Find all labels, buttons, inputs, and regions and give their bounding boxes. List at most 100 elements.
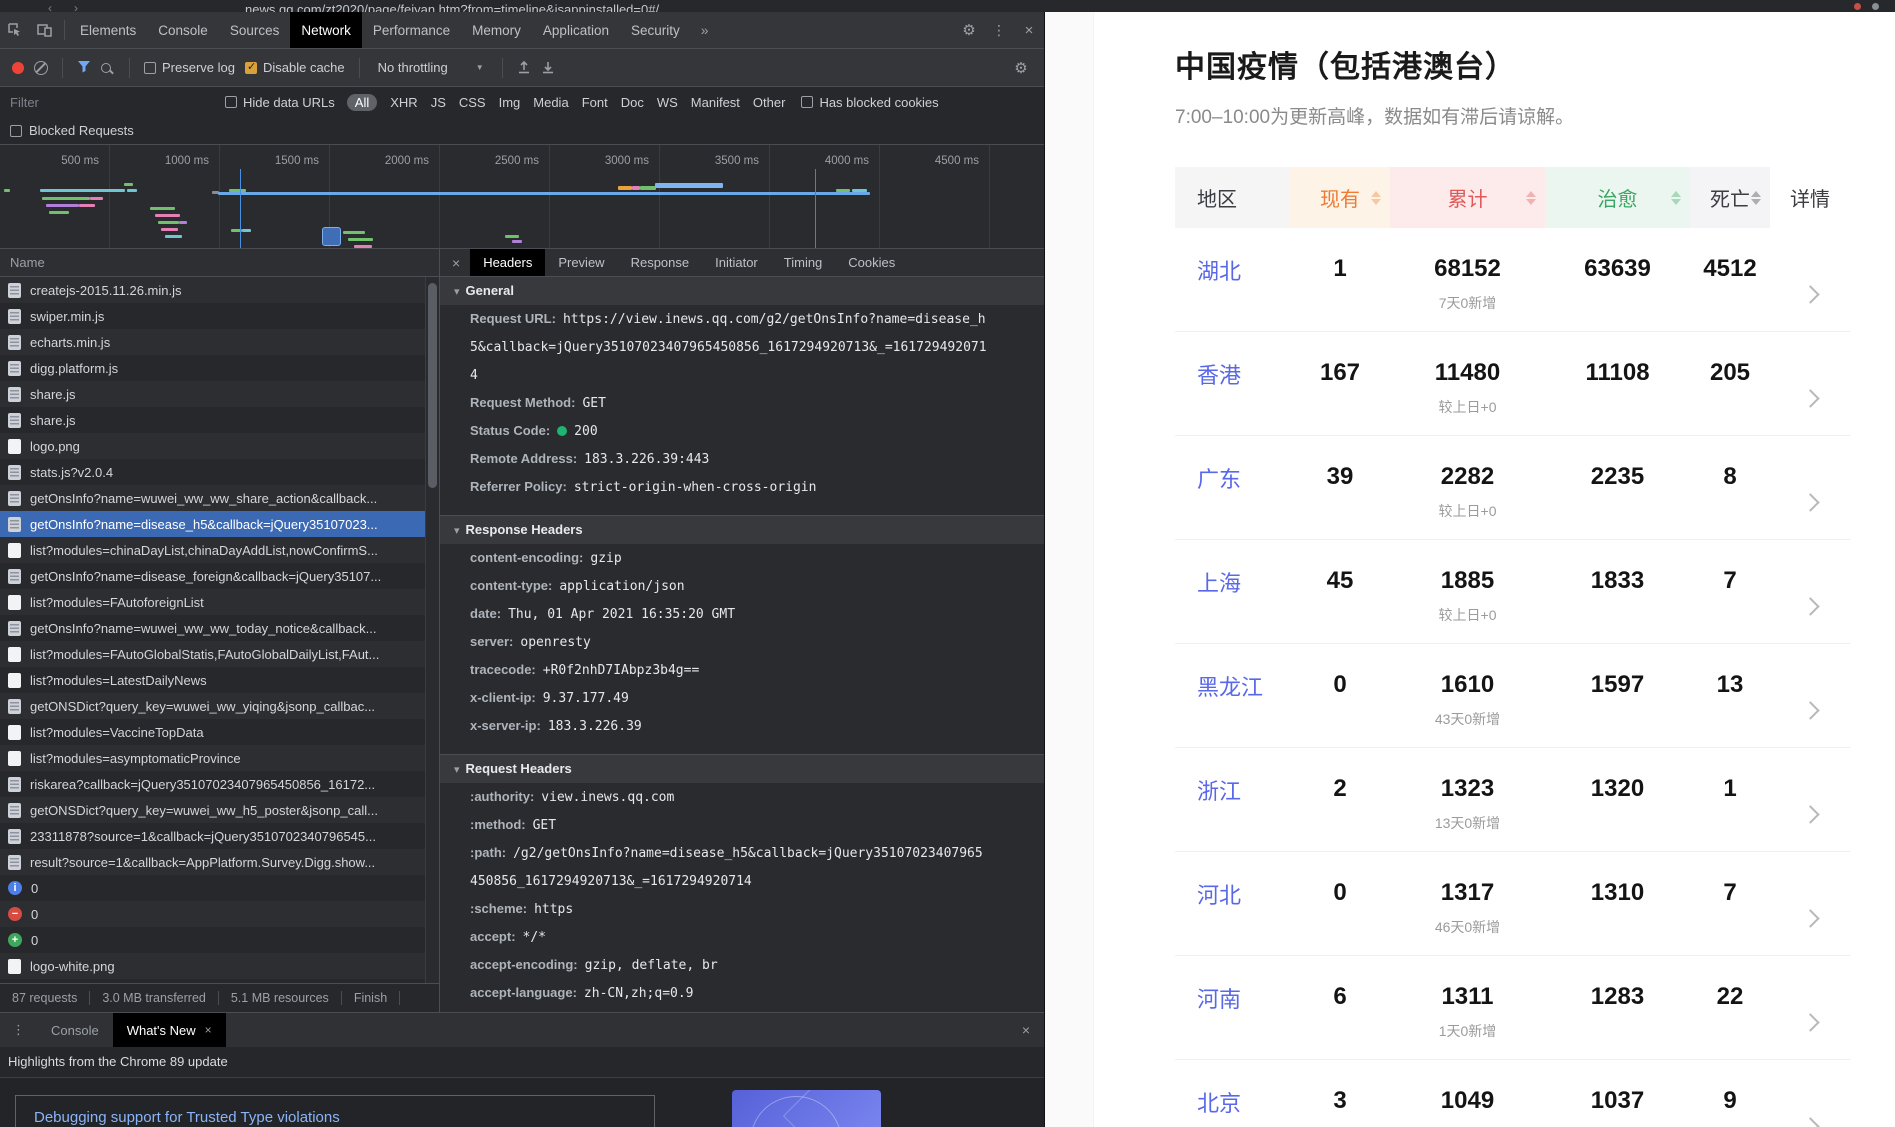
chevron-right-icon[interactable] [1801, 1013, 1819, 1031]
region-link[interactable]: 上海 [1197, 566, 1241, 598]
resource-type-chip[interactable]: Other [753, 95, 786, 110]
column-header[interactable]: 现有 [1290, 167, 1390, 228]
request-row[interactable]: list?modules=FAutoforeignList [0, 589, 439, 615]
resource-type-chip[interactable]: Media [533, 95, 568, 110]
request-row[interactable]: 0 [0, 901, 439, 927]
close-devtools-icon[interactable]: × [1014, 22, 1044, 39]
drawer-tab-console[interactable]: Console [37, 1013, 113, 1047]
request-row[interactable]: digg.platform.js [0, 355, 439, 381]
resource-type-chip[interactable]: JS [431, 95, 446, 110]
region-link[interactable]: 香港 [1197, 358, 1241, 390]
request-row[interactable]: list?modules=chinaDayList,chinaDayAddLis… [0, 537, 439, 563]
request-row[interactable]: list?modules=asymptomaticProvince [0, 745, 439, 771]
request-row[interactable]: swiper.min.js [0, 303, 439, 329]
column-header[interactable]: 累计 [1390, 167, 1545, 228]
column-header[interactable]: 治愈 [1545, 167, 1690, 228]
request-row[interactable]: logo-white.png [0, 953, 439, 979]
devtools-tab[interactable]: Security [620, 12, 691, 48]
resource-type-chip[interactable]: Manifest [691, 95, 740, 110]
search-icon[interactable] [101, 63, 111, 73]
details-tab[interactable]: Preview [545, 249, 617, 276]
resource-type-chip[interactable]: WS [657, 95, 678, 110]
device-toolbar-icon[interactable] [30, 12, 60, 48]
collapse-caret-icon[interactable]: ▾ [454, 525, 460, 537]
close-tab-icon[interactable]: × [205, 1023, 212, 1037]
column-header[interactable]: 地区 [1175, 167, 1290, 228]
resource-type-chip[interactable]: Font [582, 95, 608, 110]
has-blocked-cookies-checkbox[interactable]: Has blocked cookies [801, 95, 938, 110]
request-row[interactable]: getOnsInfo?name=disease_foreign&callback… [0, 563, 439, 589]
request-row[interactable]: riskarea?callback=jQuery3510702340796545… [0, 771, 439, 797]
sort-arrows-icon[interactable] [1526, 191, 1536, 205]
request-row[interactable]: list?modules=FAutoGlobalStatis,FAutoGlob… [0, 641, 439, 667]
more-tabs-icon[interactable]: » [691, 22, 719, 38]
network-settings-gear-icon[interactable]: ⚙ [1006, 59, 1036, 77]
chevron-right-icon[interactable] [1801, 597, 1819, 615]
column-header[interactable]: 详情 [1770, 167, 1850, 228]
region-link[interactable]: 河北 [1197, 878, 1241, 910]
blocked-requests-checkbox[interactable] [10, 125, 22, 137]
devtools-tab[interactable]: Sources [219, 12, 291, 48]
network-overview-timeline[interactable]: 500 ms 1000 ms 1500 ms 2000 ms 2500 ms 3… [0, 145, 1044, 249]
close-drawer-icon[interactable]: × [1008, 1022, 1044, 1038]
request-row[interactable]: 23311878?source=1&callback=jQuery3510702… [0, 823, 439, 849]
inspect-element-icon[interactable] [0, 12, 30, 48]
chevron-right-icon[interactable] [1801, 389, 1819, 407]
drawer-tab-whats-new[interactable]: What's New × [113, 1013, 226, 1047]
devtools-tab[interactable]: Elements [69, 12, 147, 48]
sort-arrows-icon[interactable] [1751, 191, 1761, 205]
chevron-right-icon[interactable] [1801, 493, 1819, 511]
sort-arrows-icon[interactable] [1371, 191, 1381, 205]
request-row[interactable]: createjs-2015.11.26.min.js [0, 277, 439, 303]
request-row[interactable]: result?source=1&callback=AppPlatform.Sur… [0, 849, 439, 875]
import-har-icon[interactable] [517, 59, 531, 77]
record-network-log-icon[interactable] [12, 62, 24, 74]
details-tab[interactable]: Cookies [835, 249, 908, 276]
request-list-name-header[interactable]: Name [0, 249, 439, 277]
chevron-right-icon[interactable] [1801, 909, 1819, 927]
resource-type-chip[interactable]: Doc [621, 95, 644, 110]
request-row[interactable]: 0 [0, 927, 439, 953]
request-row[interactable]: logo.png [0, 433, 439, 459]
request-row[interactable]: list?modules=LatestDailyNews [0, 667, 439, 693]
chevron-right-icon[interactable] [1801, 285, 1819, 303]
collapse-caret-icon[interactable]: ▾ [454, 764, 460, 776]
filter-funnel-icon[interactable] [77, 60, 91, 76]
settings-gear-icon[interactable]: ⚙ [954, 21, 984, 39]
region-link[interactable]: 湖北 [1197, 254, 1241, 286]
browser-nav-icons[interactable]: ‹› [48, 1, 100, 12]
request-row[interactable]: getONSDict?query_key=wuwei_ww_h5_poster&… [0, 797, 439, 823]
chevron-right-icon[interactable] [1801, 1117, 1819, 1127]
details-tab[interactable]: Response [618, 249, 703, 276]
filter-input[interactable]: Filter [10, 95, 225, 110]
request-row[interactable]: getOnsInfo?name=disease_h5&callback=jQue… [0, 511, 439, 537]
request-list-scrollbar[interactable] [425, 277, 439, 983]
request-row[interactable]: getONSDict?query_key=wuwei_ww_yiqing&jso… [0, 693, 439, 719]
resource-type-chip[interactable]: XHR [390, 95, 417, 110]
request-row[interactable]: stats.js?v2.0.4 [0, 459, 439, 485]
region-link[interactable]: 北京 [1197, 1086, 1241, 1118]
request-row[interactable]: 0 [0, 875, 439, 901]
request-row[interactable]: share.js [0, 381, 439, 407]
export-har-icon[interactable] [541, 59, 555, 77]
address-bar-url[interactable]: news.qq.com/zt2020/page/feiyan.htm?from=… [245, 2, 659, 12]
hide-data-urls-checkbox[interactable]: Hide data URLs [225, 95, 335, 110]
column-header[interactable]: 死亡 [1690, 167, 1770, 228]
trusted-type-violations-link[interactable]: Debugging support for Trusted Type viola… [34, 1109, 340, 1126]
region-link[interactable]: 浙江 [1197, 774, 1241, 806]
chevron-right-icon[interactable] [1801, 701, 1819, 719]
throttling-select[interactable]: No throttling ▼ [374, 60, 488, 75]
sort-arrows-icon[interactable] [1671, 191, 1681, 205]
chevron-right-icon[interactable] [1801, 805, 1819, 823]
request-row[interactable]: getOnsInfo?name=wuwei_ww_ww_share_action… [0, 485, 439, 511]
request-row[interactable]: echarts.min.js [0, 329, 439, 355]
devtools-tab[interactable]: Application [532, 12, 620, 48]
request-row[interactable]: getOnsInfo?name=wuwei_ww_ww_today_notice… [0, 615, 439, 641]
region-link[interactable]: 广东 [1197, 462, 1241, 494]
details-tab[interactable]: Headers [470, 249, 545, 276]
request-row[interactable]: share.js [0, 407, 439, 433]
more-options-icon[interactable]: ⋮ [984, 22, 1014, 39]
resource-type-chip[interactable]: All [347, 94, 377, 111]
devtools-tab[interactable]: Performance [362, 12, 461, 48]
details-tab[interactable]: Initiator [702, 249, 771, 276]
